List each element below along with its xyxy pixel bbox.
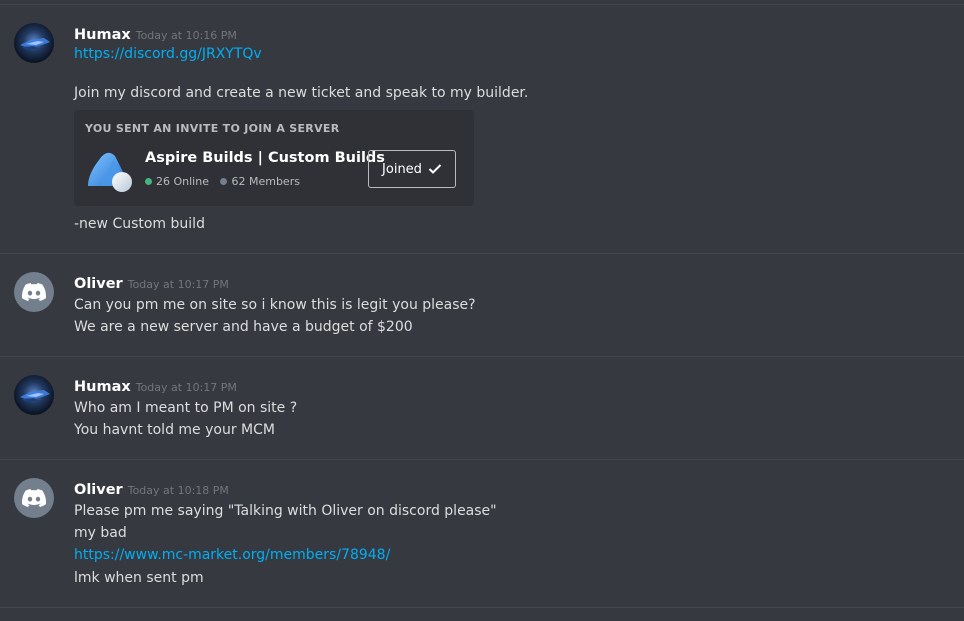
message-divider (0, 459, 964, 460)
invite-link[interactable]: https://discord.gg/JRXYTQv (74, 46, 262, 62)
oliver-avatar[interactable] (14, 272, 54, 312)
member-count: 62 Members (231, 175, 300, 188)
invite-heading: YOU SENT AN INVITE TO JOIN A SERVER (85, 122, 340, 135)
message-text: my bad (74, 525, 127, 541)
message-divider (0, 4, 964, 5)
discord-logo-icon (22, 283, 46, 301)
online-dot-icon (145, 177, 152, 185)
message-header: Humax Today at 10:16 PM (74, 24, 237, 43)
joined-label: Joined (382, 161, 422, 177)
message-text: lmk when sent pm (74, 570, 204, 586)
discord-logo-icon (22, 489, 46, 507)
members-dot-icon (220, 177, 228, 185)
joined-button[interactable]: Joined (368, 150, 456, 188)
message-text: Can you pm me on site so i know this is … (74, 297, 476, 313)
username[interactable]: Humax (74, 379, 131, 395)
profile-link[interactable]: https://www.mc-market.org/members/78948/ (74, 547, 390, 563)
timestamp: Today at 10:17 PM (127, 278, 229, 291)
message-header: Oliver Today at 10:17 PM (74, 273, 229, 292)
message-header: Humax Today at 10:17 PM (74, 376, 237, 395)
server-invite-card: YOU SENT AN INVITE TO JOIN A SERVER Aspi… (74, 110, 474, 206)
message-text: You havnt told me your MCM (74, 422, 275, 438)
space-ship-icon (20, 390, 50, 402)
message-text: We are a new server and have a budget of… (74, 319, 413, 335)
space-ship-icon (20, 38, 50, 50)
message-header: Oliver Today at 10:18 PM (74, 479, 229, 498)
username[interactable]: Oliver (74, 276, 123, 292)
oliver-avatar[interactable] (14, 478, 54, 518)
message-text: -new Custom build (74, 216, 205, 232)
message-divider (0, 356, 964, 357)
username[interactable]: Humax (74, 27, 131, 43)
message-text: Join my discord and create a new ticket … (74, 85, 529, 101)
server-stats: 26 Online 62 Members (145, 175, 300, 188)
checkmark-icon (428, 164, 442, 174)
server-name[interactable]: Aspire Builds | Custom Builds (145, 150, 385, 166)
username[interactable]: Oliver (74, 482, 123, 498)
timestamp: Today at 10:17 PM (135, 381, 237, 394)
humax-avatar[interactable] (14, 375, 54, 415)
humax-avatar[interactable] (14, 23, 54, 63)
aspire-logo-icon (88, 152, 132, 192)
message-text: Please pm me saying "Talking with Oliver… (74, 503, 497, 519)
message-divider (0, 253, 964, 254)
timestamp: Today at 10:18 PM (127, 484, 229, 497)
timestamp: Today at 10:16 PM (135, 29, 237, 42)
message-text: Who am I meant to PM on site ? (74, 400, 298, 416)
server-icon[interactable] (85, 146, 135, 196)
message-divider (0, 607, 964, 608)
online-count: 26 Online (156, 175, 209, 188)
